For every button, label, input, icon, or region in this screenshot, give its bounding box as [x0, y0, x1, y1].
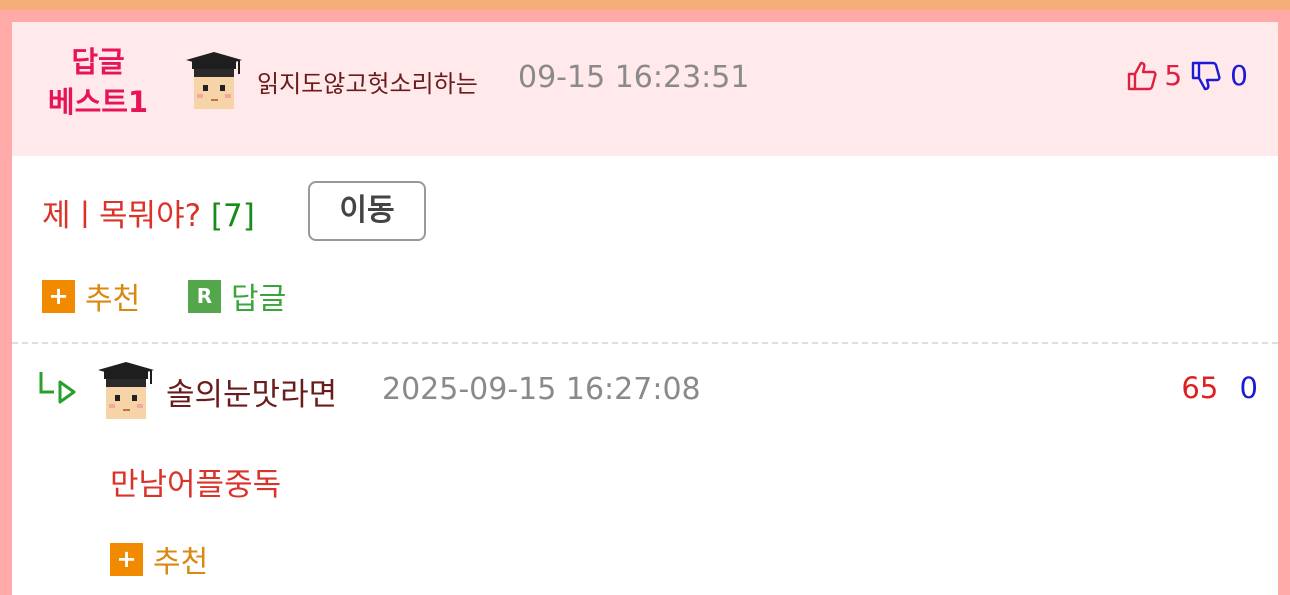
comment-panel: 답글 베스트1 읽지도않고헛소리하는 09-15 16:23:51 5 0 제ㅣ…	[12, 22, 1278, 595]
r-icon: R	[188, 279, 221, 313]
best-reply-label-line2: 베스트1	[47, 85, 149, 119]
divider	[12, 342, 1278, 344]
reply-nickname[interactable]: 솔의눈맛라면	[166, 369, 337, 414]
post-title[interactable]: 제ㅣ목뭐야?	[42, 198, 201, 234]
best-reply-label-line1: 답글	[71, 45, 125, 79]
recommend-button[interactable]: + 추천	[42, 274, 140, 318]
reply-votes: 65 0	[1181, 371, 1258, 405]
best-reply-time: 09-15 16:23:51	[518, 60, 750, 95]
thumbs-down-icon[interactable]	[1190, 60, 1222, 92]
comment-count: [7]	[210, 198, 255, 234]
reply-up-count[interactable]: 65	[1181, 371, 1218, 405]
avatar-icon[interactable]	[184, 52, 244, 112]
reply-time: 2025-09-15 16:27:08	[382, 372, 701, 407]
plus-icon: +	[42, 279, 75, 313]
top-bar	[0, 0, 1290, 10]
reply-text: 만남어플중독	[110, 467, 282, 503]
reply-down-count[interactable]: 0	[1240, 371, 1258, 405]
avatar-icon[interactable]	[96, 362, 156, 422]
best-reply-votes: 5 0	[1126, 59, 1248, 92]
best-up-count: 5	[1164, 59, 1183, 92]
best-reply-header: 답글 베스트1 읽지도않고헛소리하는 09-15 16:23:51 5 0	[12, 22, 1278, 156]
reply-recommend-button[interactable]: + 추천	[110, 537, 208, 581]
best-reply-nickname[interactable]: 읽지도않고헛소리하는	[257, 64, 478, 99]
reply-button[interactable]: R 답글	[188, 274, 286, 318]
thumbs-up-icon[interactable]	[1126, 60, 1158, 92]
plus-icon: +	[110, 542, 143, 576]
recommend-label: 추천	[85, 282, 141, 317]
move-button[interactable]: 이동	[308, 181, 426, 241]
best-down-count: 0	[1230, 59, 1248, 92]
best-reply-label: 답글 베스트1	[40, 42, 156, 122]
reply-recommend-label: 추천	[153, 545, 209, 580]
post-title-line[interactable]: 제ㅣ목뭐야? [7]	[42, 190, 255, 235]
reply-label: 답글	[231, 282, 287, 317]
reply-arrow-icon	[39, 372, 76, 404]
